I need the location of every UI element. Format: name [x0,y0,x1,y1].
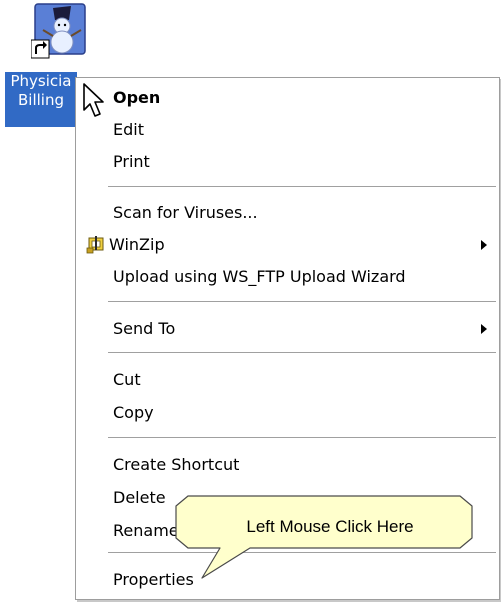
menu-separator [108,186,496,187]
menu-item-label: Cut [113,370,141,389]
shortcut-label-line2: Billing [18,91,64,109]
callout-balloon [175,495,473,579]
menu-separator [108,352,496,353]
menu-item-create-shortcut[interactable]: Create Shortcut [76,450,499,480]
menu-item-cut[interactable]: Cut [76,365,499,395]
menu-item-label: Upload using WS_FTP Upload Wizard [113,267,406,286]
submenu-arrow-icon [481,324,487,334]
menu-item-upload-ws-ftp[interactable]: Upload using WS_FTP Upload Wizard [76,262,499,292]
menu-item-label: Create Shortcut [113,455,240,474]
menu-item-label: WinZip [109,235,165,254]
shortcut-app-icon[interactable] [31,2,89,60]
menu-separator [108,437,496,438]
menu-item-label: Print [113,152,150,171]
menu-item-edit[interactable]: Edit [76,115,499,145]
shortcut-label-line1: Physicia [10,72,72,90]
menu-item-label: Open [113,88,161,107]
menu-item-open[interactable]: Open [76,83,499,113]
menu-item-copy[interactable]: Copy [76,398,499,428]
menu-item-label: Copy [113,403,154,422]
callout-text: Left Mouse Click Here [246,517,414,536]
menu-item-send-to[interactable]: Send To [76,314,499,344]
winzip-icon [86,236,104,254]
menu-item-label: Scan for Viruses... [113,203,258,222]
submenu-arrow-icon [481,240,487,250]
menu-separator [108,301,496,302]
menu-item-scan-for-viruses[interactable]: Scan for Viruses... [76,198,499,228]
menu-item-label: Edit [113,120,144,139]
shortcut-label[interactable]: Physicia Billing [5,72,77,127]
mouse-pointer-icon [83,83,104,117]
menu-item-print[interactable]: Print [76,147,499,177]
menu-item-label: Send To [113,319,176,338]
menu-item-winzip[interactable]: WinZip [76,230,499,260]
